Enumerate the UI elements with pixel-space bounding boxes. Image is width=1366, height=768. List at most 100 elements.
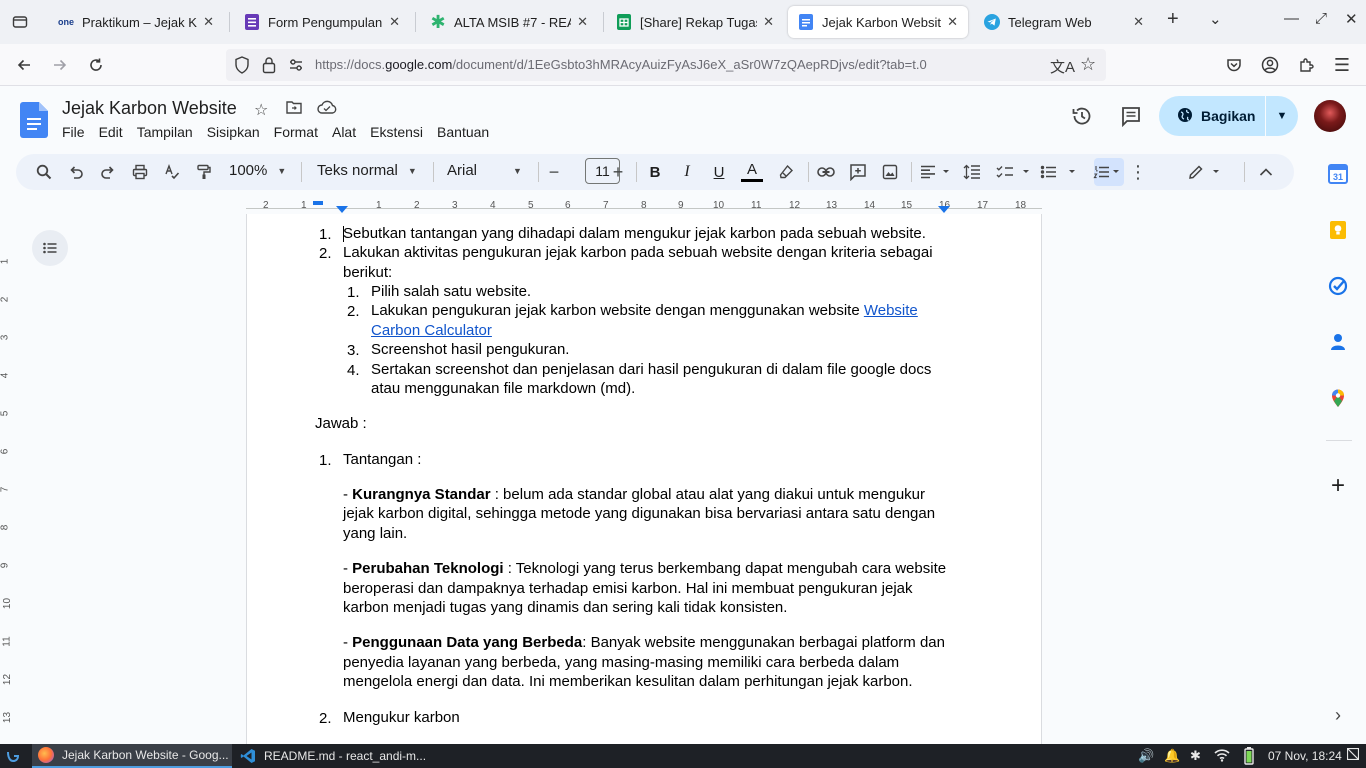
avatar[interactable] bbox=[1314, 100, 1346, 132]
shield-icon[interactable] bbox=[234, 56, 250, 79]
insert-image-icon[interactable] bbox=[880, 162, 900, 182]
menu-format[interactable]: Format bbox=[274, 124, 318, 140]
tasks-icon[interactable] bbox=[1328, 276, 1348, 296]
bold-icon[interactable]: B bbox=[646, 162, 664, 182]
print-icon[interactable] bbox=[130, 162, 150, 182]
browser-tab[interactable]: Form Pengumpulan Tu ✕ bbox=[234, 6, 410, 38]
insert-comment-icon[interactable] bbox=[848, 162, 868, 182]
more-options-icon[interactable]: ⋮ bbox=[1128, 162, 1148, 182]
horizontal-ruler[interactable]: 2 1 1 2 3 4 5 6 7 8 9 10 11 12 13 14 15 … bbox=[246, 196, 1042, 214]
paint-format-icon[interactable] bbox=[194, 162, 214, 182]
spellcheck-icon[interactable] bbox=[162, 162, 182, 182]
document-outline-icon[interactable] bbox=[32, 230, 68, 266]
taskbar-vscode[interactable]: README.md - react_andi-m... bbox=[234, 744, 434, 768]
star-icon[interactable]: ☆ bbox=[254, 100, 268, 120]
right-indent-marker[interactable] bbox=[938, 206, 950, 213]
wifi-icon[interactable] bbox=[1214, 748, 1230, 765]
checklist-icon[interactable] bbox=[996, 162, 1030, 182]
increase-font-size-icon[interactable]: + bbox=[610, 162, 626, 182]
document-title[interactable]: Jejak Karbon Website bbox=[62, 98, 237, 119]
chevron-up-icon[interactable] bbox=[1256, 162, 1276, 182]
maps-icon[interactable] bbox=[1328, 388, 1348, 408]
editing-mode-icon[interactable] bbox=[1186, 162, 1226, 182]
share-button[interactable]: Bagikan bbox=[1159, 96, 1265, 136]
first-line-indent-marker[interactable] bbox=[313, 201, 323, 205]
contacts-icon[interactable] bbox=[1328, 332, 1348, 352]
font-select[interactable]: Arial ▼ bbox=[447, 162, 522, 179]
website-carbon-calculator-link[interactable]: Carbon Calculator bbox=[371, 322, 492, 339]
close-icon[interactable]: ✕ bbox=[1133, 14, 1144, 30]
forward-icon[interactable] bbox=[48, 53, 72, 77]
close-icon[interactable]: ✕ bbox=[389, 14, 400, 30]
share-dropdown-icon[interactable]: ▼ bbox=[1266, 96, 1298, 136]
show-desktop-icon[interactable] bbox=[1346, 747, 1360, 763]
battery-icon[interactable] bbox=[1244, 747, 1254, 768]
chevron-right-icon[interactable]: › bbox=[1328, 705, 1348, 725]
paragraph-style-select[interactable]: Teks normal ▼ bbox=[317, 162, 417, 179]
insert-link-icon[interactable] bbox=[816, 162, 836, 182]
menu-view[interactable]: Tampilan bbox=[137, 124, 193, 140]
decrease-font-size-icon[interactable]: − bbox=[546, 162, 562, 182]
menu-extensions[interactable]: Ekstensi bbox=[370, 124, 423, 140]
close-icon[interactable]: ✕ bbox=[577, 14, 588, 30]
browser-tab[interactable]: Telegram Web ✕ bbox=[974, 6, 1154, 38]
pocket-icon[interactable] bbox=[1222, 53, 1246, 77]
keep-icon[interactable] bbox=[1328, 220, 1348, 240]
undo-icon[interactable] bbox=[66, 162, 86, 182]
highlight-color-icon[interactable] bbox=[776, 162, 796, 182]
extensions-icon[interactable] bbox=[1294, 53, 1318, 77]
cloud-status-icon[interactable] bbox=[317, 100, 337, 119]
taskbar-firefox[interactable]: Jejak Karbon Website - Goog... bbox=[32, 744, 232, 768]
redo-icon[interactable] bbox=[98, 162, 118, 182]
browser-tab[interactable]: one Praktikum – Jejak Karb ✕ bbox=[48, 6, 224, 38]
line-spacing-icon[interactable] bbox=[962, 162, 982, 182]
menu-tools[interactable]: Alat bbox=[332, 124, 356, 140]
app-launcher-icon[interactable] bbox=[0, 744, 28, 768]
left-indent-marker[interactable] bbox=[336, 206, 348, 213]
text-color-icon[interactable]: A bbox=[740, 162, 764, 182]
permissions-icon[interactable] bbox=[288, 57, 304, 78]
maximize-icon[interactable]: ⤢ bbox=[1315, 10, 1327, 27]
back-icon[interactable] bbox=[12, 53, 36, 77]
clock[interactable]: 07 Nov, 18:24 bbox=[1268, 749, 1342, 763]
menu-insert[interactable]: Sisipkan bbox=[207, 124, 260, 140]
align-left-icon[interactable] bbox=[919, 162, 951, 182]
tab-list-icon[interactable] bbox=[0, 0, 40, 44]
browser-tab[interactable]: ✱ ALTA MSIB #7 - REACTJ ✕ bbox=[420, 6, 598, 38]
notifications-icon[interactable]: 🔔 bbox=[1164, 748, 1180, 764]
website-carbon-calculator-link[interactable]: Website bbox=[864, 302, 918, 319]
close-icon[interactable]: ✕ bbox=[763, 14, 774, 30]
account-icon[interactable] bbox=[1258, 53, 1282, 77]
minimize-icon[interactable]: — bbox=[1284, 10, 1299, 27]
browser-tab[interactable]: [Share] Rekap Tugas R ✕ bbox=[606, 6, 784, 38]
menu-file[interactable]: File bbox=[62, 124, 85, 140]
close-icon[interactable]: ✕ bbox=[203, 14, 214, 30]
italic-icon[interactable]: I bbox=[678, 162, 696, 182]
search-menus-icon[interactable] bbox=[34, 162, 54, 182]
address-bar[interactable]: https://docs.google.com/document/d/1EeGs… bbox=[226, 49, 1106, 81]
version-history-icon[interactable] bbox=[1070, 104, 1094, 128]
menu-edit[interactable]: Edit bbox=[99, 124, 123, 140]
menu-help[interactable]: Bantuan bbox=[437, 124, 489, 140]
window-close-icon[interactable]: ✕ bbox=[1345, 10, 1358, 28]
volume-icon[interactable]: 🔊 bbox=[1138, 748, 1154, 764]
browser-tab-active[interactable]: Jejak Karbon Website - ✕ bbox=[788, 6, 968, 38]
lock-icon[interactable] bbox=[262, 56, 276, 79]
add-addon-icon[interactable]: + bbox=[1328, 474, 1348, 498]
bulleted-list-icon[interactable] bbox=[1040, 162, 1076, 182]
numbered-list-icon[interactable] bbox=[1084, 162, 1120, 182]
bookmark-star-icon[interactable]: ☆ bbox=[1080, 54, 1096, 75]
docs-logo-icon[interactable] bbox=[20, 102, 48, 138]
close-icon[interactable]: ✕ bbox=[947, 14, 958, 30]
hamburger-menu-icon[interactable]: ☰ bbox=[1330, 53, 1354, 77]
zoom-select[interactable]: 100% ▼ bbox=[229, 162, 286, 179]
reload-icon[interactable] bbox=[84, 53, 108, 77]
bluetooth-off-icon[interactable]: ✱ bbox=[1190, 748, 1201, 764]
chevron-down-icon[interactable]: ⌄ bbox=[1209, 10, 1222, 28]
translate-icon[interactable]: 文A bbox=[1050, 56, 1075, 77]
underline-icon[interactable]: U bbox=[710, 162, 728, 182]
new-tab-icon[interactable]: + bbox=[1167, 8, 1179, 31]
calendar-icon[interactable]: 31 bbox=[1328, 164, 1348, 184]
vertical-ruler[interactable]: 1 2 3 4 5 6 7 8 9 10 11 12 13 bbox=[0, 214, 16, 744]
move-folder-icon[interactable] bbox=[286, 100, 302, 119]
